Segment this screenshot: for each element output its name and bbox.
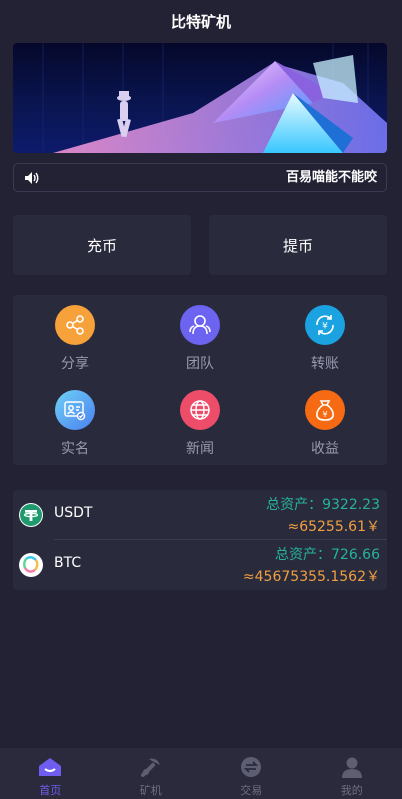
total-assets: 总资产：9322.23 — [266, 497, 380, 513]
cny-value: ≈45675355.1562￥ — [242, 569, 380, 585]
function-grid: 分享 团队 ¥ 转账 实名 新闻 ¥ 收益 — [13, 295, 387, 465]
menu-item-news[interactable]: 新闻 — [138, 380, 262, 460]
tab-label: 我的 — [340, 784, 363, 797]
menu-item-earnings[interactable]: ¥ 收益 — [263, 380, 387, 460]
miner-icon — [138, 754, 164, 780]
tab-profile[interactable]: 我的 — [302, 748, 402, 799]
menu-item-label: 转账 — [311, 356, 339, 372]
svg-text:¥: ¥ — [322, 410, 327, 419]
menu-item-share[interactable]: 分享 — [13, 295, 137, 375]
tab-home[interactable]: 首页 — [0, 748, 101, 799]
coin-name: USDT — [54, 505, 93, 521]
asset-row-btc[interactable]: BTC 总资产：726.66 ≈45675355.1562￥ — [13, 540, 387, 590]
team-icon — [180, 305, 220, 345]
menu-item-label: 分享 — [61, 356, 89, 372]
user-icon — [339, 754, 365, 780]
menu-item-label: 实名 — [61, 441, 89, 457]
share-icon — [55, 305, 95, 345]
menu-item-team[interactable]: 团队 — [138, 295, 262, 375]
deposit-button[interactable]: 充币 — [13, 215, 191, 275]
page-title: 比特矿机 — [170, 12, 231, 31]
tab-label: 矿机 — [139, 784, 162, 797]
announcement-bar[interactable]: 百易喵能不能咬 — [13, 163, 387, 192]
asset-list: USDT 总资产：9322.23 ≈65255.61￥ BTC 总资产：726.… — [13, 490, 387, 590]
cny-value: ≈65255.61￥ — [287, 519, 380, 535]
money-bag-icon: ¥ — [305, 390, 345, 430]
menu-item-label: 新闻 — [186, 441, 214, 457]
menu-item-label: 团队 — [186, 356, 214, 372]
exchange-icon — [238, 754, 264, 780]
coin-name: BTC — [54, 555, 82, 571]
tab-label: 交易 — [240, 784, 263, 797]
tab-miner[interactable]: 矿机 — [101, 748, 202, 799]
banner-image[interactable] — [13, 43, 387, 153]
bottom-tab-bar: 首页 矿机 交易 我的 — [0, 748, 402, 799]
withdraw-button[interactable]: 提币 — [209, 215, 387, 275]
id-card-icon — [55, 390, 95, 430]
menu-item-transfer[interactable]: ¥ 转账 — [263, 295, 387, 375]
news-globe-icon — [180, 390, 220, 430]
transfer-icon: ¥ — [305, 305, 345, 345]
speaker-icon — [14, 164, 50, 191]
tab-exchange[interactable]: 交易 — [201, 748, 302, 799]
menu-item-label: 收益 — [311, 441, 339, 457]
usdt-coin-icon — [19, 503, 43, 527]
announcement-text: 百易喵能不能咬 — [286, 170, 378, 185]
home-icon — [37, 754, 63, 780]
tab-label: 首页 — [39, 784, 62, 797]
total-assets: 总资产：726.66 — [275, 547, 380, 563]
btc-coin-icon — [19, 553, 43, 577]
asset-row-usdt[interactable]: USDT 总资产：9322.23 ≈65255.61￥ — [13, 490, 387, 540]
menu-item-realname[interactable]: 实名 — [13, 380, 137, 460]
svg-text:¥: ¥ — [322, 322, 328, 332]
